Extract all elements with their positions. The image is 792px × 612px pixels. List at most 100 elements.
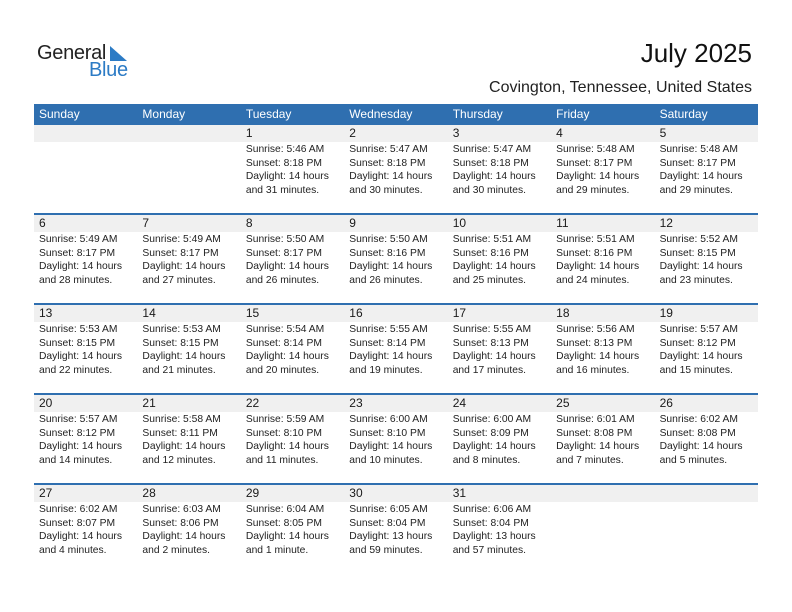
sunset-text: Sunset: 8:17 PM: [245, 247, 322, 259]
sunset-text: Sunset: 8:15 PM: [39, 337, 116, 349]
sunrise-text: Sunrise: 6:00 AM: [349, 414, 428, 425]
sunset-text: Sunset: 8:17 PM: [142, 247, 219, 259]
sunset-text: Sunset: 8:18 PM: [349, 157, 426, 169]
location-subtitle: Covington, Tennessee, United States: [489, 79, 752, 96]
day-number: 10: [452, 216, 467, 230]
day-cell: Sunrise: 5:58 AM Sunset: 8:11 PM Daylight:…: [137, 412, 240, 467]
sunrise-text: Sunrise: 5:46 AM: [245, 144, 325, 155]
day-number: 5: [659, 126, 667, 140]
sunset-text: Sunset: 8:15 PM: [142, 337, 219, 349]
daylight-text: and 5 minutes.: [659, 454, 728, 466]
sunset-text: Sunset: 8:16 PM: [349, 247, 426, 259]
daylight-text: Daylight: 14 hours: [142, 351, 226, 363]
daylight-text: and 10 minutes.: [349, 454, 423, 466]
day-cell: Sunrise: 6:04 AM Sunset: 8:05 PM Daylight:…: [241, 502, 344, 557]
day-number: 25: [556, 396, 570, 410]
sunset-text: Sunset: 8:17 PM: [39, 247, 116, 259]
weekday-friday: Friday: [556, 107, 590, 121]
day-cell: Sunrise: 5:56 AM Sunset: 8:13 PM Daylight:…: [551, 322, 654, 377]
day-number: 22: [245, 396, 260, 410]
sunrise-text: Sunrise: 5:51 AM: [452, 234, 532, 245]
daylight-text: Daylight: 14 hours: [245, 171, 329, 183]
day-number: 29: [245, 486, 260, 500]
daylight-text: Daylight: 14 hours: [659, 171, 743, 183]
sunrise-text: Sunrise: 6:03 AM: [142, 504, 221, 515]
sunrise-text: Sunrise: 6:02 AM: [659, 414, 738, 425]
sunrise-text: Sunrise: 5:54 AM: [245, 324, 325, 335]
page-title: July 2025: [640, 38, 752, 68]
sunrise-text: Sunrise: 5:55 AM: [349, 324, 428, 335]
empty-day-cell: [551, 502, 654, 557]
daylight-text: Daylight: 14 hours: [659, 351, 743, 363]
sunset-text: Sunset: 8:07 PM: [39, 517, 116, 529]
sunrise-text: Sunrise: 5:47 AM: [349, 144, 428, 155]
sunrise-text: Sunrise: 5:55 AM: [452, 324, 532, 335]
daylight-text: Daylight: 14 hours: [452, 351, 536, 363]
sunrise-text: Sunrise: 5:58 AM: [142, 414, 221, 425]
day-number: 9: [349, 216, 356, 230]
day-cell: Sunrise: 6:02 AM Sunset: 8:08 PM Daylight:…: [655, 412, 758, 467]
week-row: 13 14 15 16 17 18 19 Sunrise: 5:53 AM Sunset: 8:…: [34, 303, 758, 393]
day-details-row: Sunrise: 5:46 AM Sunset: 8:18 PM Daylight:…: [34, 142, 758, 197]
day-cell: Sunrise: 5:59 AM Sunset: 8:10 PM Daylight:…: [241, 412, 344, 467]
sunrise-text: Sunrise: 5:59 AM: [245, 414, 325, 425]
day-cell: Sunrise: 5:49 AM Sunset: 8:17 PM Daylight:…: [34, 232, 137, 287]
day-cell: Sunrise: 5:55 AM Sunset: 8:13 PM Daylight:…: [448, 322, 551, 377]
daylight-text: and 29 minutes.: [556, 184, 630, 196]
daylight-text: and 26 minutes.: [349, 274, 423, 286]
sunset-text: Sunset: 8:08 PM: [659, 427, 736, 439]
day-cell: Sunrise: 5:49 AM Sunset: 8:17 PM Daylight:…: [137, 232, 240, 287]
day-number-row: 27 28 29 30 31: [34, 485, 758, 502]
daylight-text: Daylight: 14 hours: [245, 531, 329, 543]
daylight-text: Daylight: 14 hours: [142, 531, 226, 543]
day-number: 2: [349, 126, 356, 140]
daylight-text: Daylight: 14 hours: [245, 351, 329, 363]
weekday-sunday: Sunday: [39, 107, 80, 121]
week-row: 27 28 29 30 31 Sunrise: 6:02 AM Sunset: 8:07 P…: [34, 483, 758, 573]
day-cell: Sunrise: 5:57 AM Sunset: 8:12 PM Daylight:…: [34, 412, 137, 467]
daylight-text: and 14 minutes.: [39, 454, 113, 466]
empty-day-number: [551, 485, 654, 502]
week-row: 6 7 8 9 10 11 12 Sunrise: 5:49 AM Sunset: 8:17 P…: [34, 213, 758, 303]
weekday-tuesday: Tuesday: [245, 107, 292, 121]
daylight-text: and 28 minutes.: [39, 274, 113, 286]
empty-day-cell: [34, 142, 137, 197]
day-number: 28: [142, 486, 156, 500]
weekday-wednesday: Wednesday: [349, 107, 413, 121]
weekday-saturday: Saturday: [659, 107, 708, 121]
sunset-text: Sunset: 8:14 PM: [349, 337, 426, 349]
day-details-row: Sunrise: 5:57 AM Sunset: 8:12 PM Daylight:…: [34, 412, 758, 467]
sunrise-text: Sunrise: 6:01 AM: [556, 414, 635, 425]
sunrise-text: Sunrise: 5:53 AM: [142, 324, 221, 335]
daylight-text: and 1 minute.: [245, 544, 309, 556]
day-number: 1: [245, 126, 253, 140]
day-number: 4: [556, 126, 563, 140]
daylight-text: Daylight: 14 hours: [142, 441, 226, 453]
day-number: 14: [142, 306, 156, 320]
day-number: 20: [39, 396, 53, 410]
daylight-text: and 19 minutes.: [349, 364, 423, 376]
sunrise-text: Sunrise: 5:48 AM: [659, 144, 738, 155]
daylight-text: and 26 minutes.: [245, 274, 320, 286]
sunset-text: Sunset: 8:17 PM: [556, 157, 633, 169]
logo-text-blue: Blue: [89, 59, 128, 81]
sunrise-text: Sunrise: 5:50 AM: [245, 234, 325, 245]
week-row: 20 21 22 23 24 25 26 Sunrise: 5:57 AM Sunset: 8:…: [34, 393, 758, 483]
sunrise-text: Sunrise: 6:00 AM: [452, 414, 532, 425]
day-number: 23: [349, 396, 363, 410]
sunrise-text: Sunrise: 5:57 AM: [659, 324, 738, 335]
daylight-text: and 15 minutes.: [659, 364, 733, 376]
daylight-text: Daylight: 14 hours: [452, 441, 536, 453]
day-cell: Sunrise: 5:55 AM Sunset: 8:14 PM Daylight:…: [344, 322, 447, 377]
day-cell: Sunrise: 6:05 AM Sunset: 8:04 PM Daylight:…: [344, 502, 447, 557]
daylight-text: and 16 minutes.: [556, 364, 630, 376]
day-cell: Sunrise: 5:50 AM Sunset: 8:16 PM Daylight:…: [344, 232, 447, 287]
day-details-row: Sunrise: 5:53 AM Sunset: 8:15 PM Daylight:…: [34, 322, 758, 377]
sunrise-text: Sunrise: 5:49 AM: [39, 234, 118, 245]
day-number: 30: [349, 486, 363, 500]
day-number: 11: [556, 216, 569, 230]
daylight-text: and 7 minutes.: [556, 454, 624, 466]
day-number: 27: [39, 486, 53, 500]
day-number: 24: [452, 396, 467, 410]
weekday-header: Sunday Monday Tuesday Wednesday Thursday Frid…: [34, 104, 758, 125]
